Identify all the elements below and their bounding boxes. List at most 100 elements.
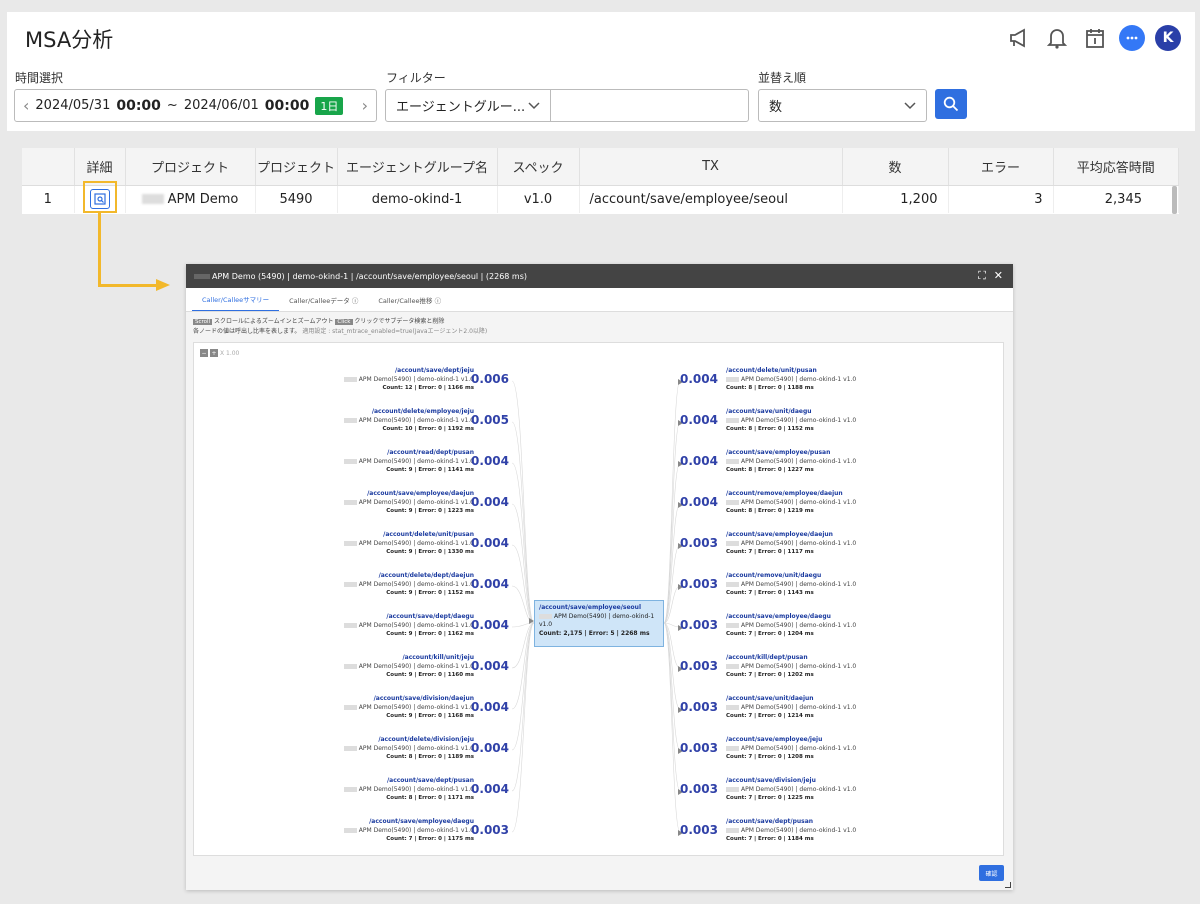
fullscreen-icon[interactable]: ⛶ (978, 269, 986, 283)
prev-range-icon[interactable]: ‹ (23, 96, 29, 115)
node-ratio: 0.004 (471, 577, 509, 591)
node-path: /account/save/division/jeju (726, 777, 816, 784)
column-header[interactable] (22, 148, 75, 186)
node-ratio: 0.003 (680, 577, 718, 591)
calendar-icon[interactable] (1081, 24, 1109, 52)
errors: 3 (948, 185, 1054, 213)
range-badge[interactable]: 1日 (315, 96, 344, 115)
node-app-text: APM Demo(5490) | demo-okind-1 v1.0 (741, 744, 857, 752)
node-app-text: APM Demo(5490) | demo-okind-1 v1.0 (358, 744, 474, 752)
redacted-blur (343, 540, 357, 546)
date-range-picker[interactable]: ‹ 2024/05/31 00:00 ~ 2024/06/01 00:00 1日… (14, 89, 377, 122)
node-app: APM Demo(5490) | demo-okind-1 v1.0 (726, 827, 896, 836)
node-path: /account/save/unit/daejun (726, 695, 814, 702)
node-count: Count: 8 | Error: 0 | 1152 ms (726, 426, 814, 432)
project-cell: APM Demo (125, 185, 256, 213)
column-header[interactable]: プロジェクト (255, 148, 338, 186)
node-count: Count: 9 | Error: 0 | 1168 ms (386, 713, 474, 719)
column-header[interactable]: スペック (497, 148, 580, 186)
node-app-text: APM Demo(5490) | demo-okind-1 v1.0 (741, 498, 857, 506)
node-count: Count: 8 | Error: 0 | 1227 ms (726, 467, 814, 473)
redacted-blur (726, 663, 739, 669)
node-app: APM Demo(5490) | demo-okind-1 v1.0 (726, 581, 896, 590)
caller-callee-graph[interactable]: − + X 1.00 /account/save/dept/jeju APM De… (193, 342, 1004, 856)
center-node[interactable]: /account/save/employee/seoul APM Demo(54… (534, 600, 664, 647)
node-app-text: APM Demo(5490) | demo-okind-1 v1.0 (358, 662, 474, 670)
close-icon[interactable]: ✕ (994, 269, 1003, 283)
resize-handle[interactable] (1005, 882, 1011, 888)
click-hint: クリックでサブデータ検索と削除 (354, 318, 445, 325)
redacted-blur (539, 613, 552, 619)
time-start: 00:00 (116, 97, 161, 114)
tab-data[interactable]: Caller/Calleeデータ ⓘ (279, 288, 368, 311)
modal-header: APM Demo (5490) | demo-okind-1 | /accoun… (186, 264, 1013, 288)
redacted-blur (726, 827, 739, 833)
redacted-blur (726, 540, 739, 546)
filter-select[interactable]: エージェントグルー... (385, 89, 551, 122)
node-ratio: 0.003 (680, 823, 718, 837)
node-app-text: APM Demo(5490) | demo-okind-1 v1.0 (358, 539, 474, 547)
node-ratio: 0.004 (471, 659, 509, 673)
ratio-hint: 各ノードの値は呼出し比率を表します。 (193, 328, 301, 335)
node-app: APM Demo(5490) | demo-okind-1 v1.0 (304, 663, 474, 672)
redacted-blur (343, 786, 357, 792)
info-icon: ⓘ (434, 296, 442, 305)
redacted-blur (726, 622, 739, 628)
tab-label: Caller/Callee推移 (378, 296, 433, 305)
node-path: /account/kill/dept/pusan (726, 654, 808, 661)
node-count: Count: 9 | Error: 0 | 1152 ms (386, 590, 474, 596)
table-row[interactable]: 1 APM Demo 5490 demo-okind-1 v1.0 /accou… (22, 185, 1179, 213)
node-app-text: APM Demo(5490) | demo-okind-1 v1.0 (741, 457, 857, 465)
redacted-blur (343, 663, 357, 669)
bell-icon[interactable] (1043, 24, 1071, 52)
node-app-text: APM Demo(5490) | demo-okind-1 v1.0 (741, 539, 857, 547)
redacted-blur (726, 376, 739, 382)
column-header[interactable]: 平均応答時間 (1053, 148, 1179, 186)
node-app: APM Demo(5490) | demo-okind-1 v1.0 (726, 745, 896, 754)
confirm-button[interactable]: 確認 (979, 865, 1004, 881)
search-button[interactable] (935, 89, 967, 119)
node-path: /account/save/division/daejun (373, 695, 474, 702)
megaphone-icon[interactable] (1005, 24, 1033, 52)
column-header[interactable]: TX (579, 148, 843, 186)
column-header[interactable]: プロジェクト (125, 148, 256, 186)
redacted-blur (726, 417, 739, 423)
chat-icon[interactable] (1119, 25, 1145, 51)
project-code: 5490 (255, 185, 338, 213)
node-app: APM Demo(5490) | demo-okind-1 v1.0 (304, 376, 474, 385)
node-path: /account/remove/employee/daejun (726, 490, 843, 497)
node-app-text: APM Demo(5490) | demo-okind-1 v1.0 (358, 416, 474, 424)
node-app: APM Demo(5490) | demo-okind-1 v1.0 (304, 827, 474, 836)
click-key: Click (335, 319, 353, 325)
column-header[interactable]: エラー (948, 148, 1054, 186)
column-header[interactable]: 数 (842, 148, 949, 186)
node-app-text: APM Demo(5490) | demo-okind-1 v1.0 (741, 662, 857, 670)
node-app: APM Demo(5490) | demo-okind-1 v1.0 (726, 540, 896, 549)
tab-summary[interactable]: Caller/Calleeサマリー (192, 288, 280, 311)
redacted-blur (726, 786, 739, 792)
node-app: APM Demo(5490) | demo-okind-1 v1.0 (304, 704, 474, 713)
node-ratio: 0.004 (680, 495, 718, 509)
node-count: Count: 8 | Error: 0 | 1189 ms (386, 754, 474, 760)
user-avatar[interactable]: K (1155, 25, 1181, 51)
tab-trend[interactable]: Caller/Callee推移 ⓘ (368, 288, 451, 311)
table-scrollbar[interactable] (1172, 186, 1177, 214)
callout-line (98, 213, 101, 286)
node-app-text: APM Demo(5490) | demo-okind-1 v1.0 (741, 375, 857, 383)
node-count: Count: 8 | Error: 0 | 1171 ms (386, 795, 474, 801)
node-app-text: APM Demo(5490) | demo-okind-1 v1.0 (741, 580, 857, 588)
next-range-icon[interactable]: › (362, 96, 368, 115)
date-end: 2024/06/01 (183, 98, 259, 113)
column-header[interactable]: エージェントグループ名 (337, 148, 498, 186)
node-path: /account/delete/division/jeju (378, 736, 474, 743)
node-count: Count: 9 | Error: 0 | 1223 ms (386, 508, 474, 514)
column-header[interactable]: 詳細 (74, 148, 126, 186)
node-app: APM Demo(5490) | demo-okind-1 v1.0 (304, 540, 474, 549)
node-app-text: APM Demo(5490) | demo-okind-1 v1.0 (539, 612, 655, 629)
time-select-label: 時間選択 (15, 71, 64, 85)
sort-select[interactable]: 数 (758, 89, 927, 122)
detail-modal: APM Demo (5490) | demo-okind-1 | /accoun… (186, 264, 1013, 890)
node-app-text: APM Demo(5490) | demo-okind-1 v1.0 (358, 703, 474, 711)
node-app-text: APM Demo(5490) | demo-okind-1 v1.0 (741, 621, 857, 629)
filter-input[interactable] (550, 89, 749, 122)
